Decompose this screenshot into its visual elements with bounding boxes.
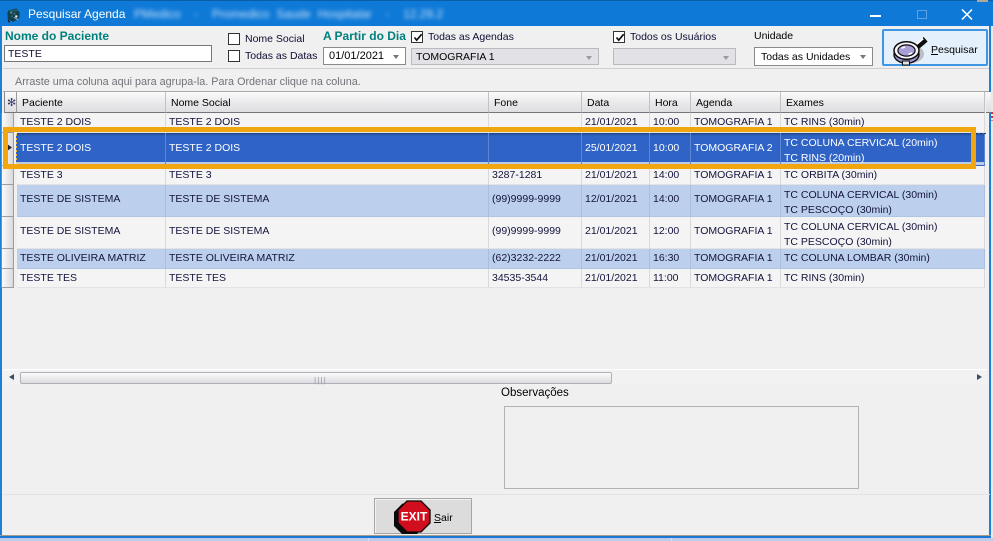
svg-text:EXIT: EXIT (401, 510, 428, 524)
